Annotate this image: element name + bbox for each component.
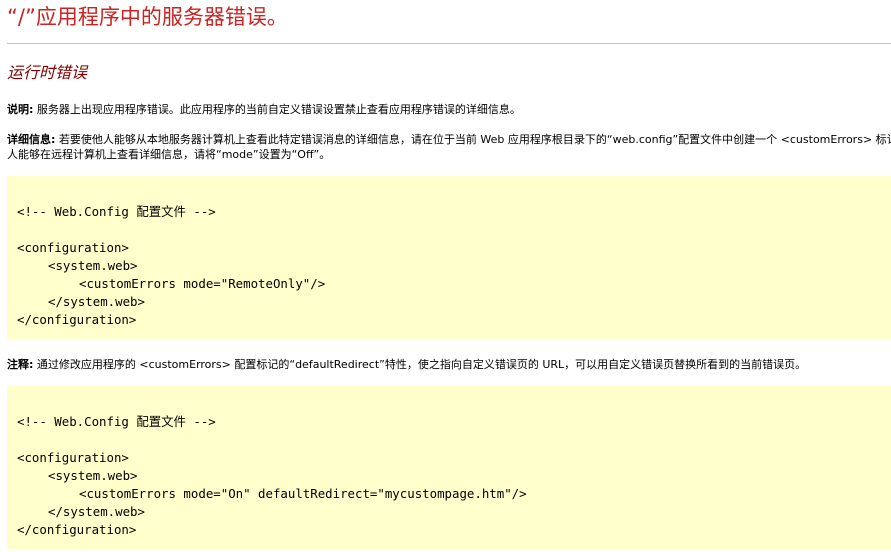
config-code-block-remote-only: <!-- Web.Config 配置文件 --> <configuration> <… [7, 176, 891, 339]
code-system-web-open: <system.web> [48, 468, 138, 483]
notes-label: 注释: [7, 358, 34, 371]
code-custom-errors-tag: <customErrors mode="On" defaultRedirect=… [79, 486, 527, 501]
error-page: “/”应用程序中的服务器错误。 运行时错误 说明: 服务器上出现应用程序错误。此… [0, 0, 891, 552]
details-paragraph: 详细信息: 若要使他人能够从本地服务器计算机上查看此特定错误消息的详细信息，请在… [7, 132, 891, 162]
code-comment-line: <!-- Web.Config 配置文件 --> [17, 204, 216, 219]
code-custom-errors-tag: <customErrors mode="RemoteOnly"/> [79, 276, 326, 291]
config-code-block-custom-redirect: <!-- Web.Config 配置文件 --> <configuration> <… [7, 386, 891, 549]
error-heading: 运行时错误 [7, 63, 88, 82]
details-text-line-1: 若要使他人能够从本地服务器计算机上查看此特定错误消息的详细信息，请在位于当前 W… [58, 133, 891, 146]
code-system-web-open: <system.web> [48, 258, 138, 273]
notes-text: 通过修改应用程序的 <customErrors> 配置标记的“defaultRe… [33, 358, 807, 371]
code-comment-line: <!-- Web.Config 配置文件 --> [17, 414, 216, 429]
description-paragraph: 说明: 服务器上出现应用程序错误。此应用程序的当前自定义错误设置禁止查看应用程序… [7, 102, 891, 117]
code-listing: <!-- Web.Config 配置文件 --> <configuration> <… [17, 413, 527, 539]
description-text: 服务器上出现应用程序错误。此应用程序的当前自定义错误设置禁止查看应用程序错误的详… [33, 103, 521, 116]
details-label: 详细信息: [7, 133, 56, 146]
details-text-line-2: 人能够在远程计算机上查看详细信息，请将“mode”设置为“Off”。 [7, 148, 331, 161]
title-divider [7, 43, 891, 44]
description-label: 说明: [7, 103, 34, 116]
code-configuration-open: <configuration> [17, 240, 129, 255]
page-title: “/”应用程序中的服务器错误。 [7, 5, 288, 29]
code-system-web-close: </system.web> [48, 504, 145, 519]
notes-paragraph: 注释: 通过修改应用程序的 <customErrors> 配置标记的“defau… [7, 357, 891, 372]
code-listing: <!-- Web.Config 配置文件 --> <configuration> <… [17, 203, 325, 329]
code-configuration-close: </configuration> [17, 522, 137, 537]
code-system-web-close: </system.web> [48, 294, 145, 309]
code-configuration-close: </configuration> [17, 312, 137, 327]
code-configuration-open: <configuration> [17, 450, 129, 465]
